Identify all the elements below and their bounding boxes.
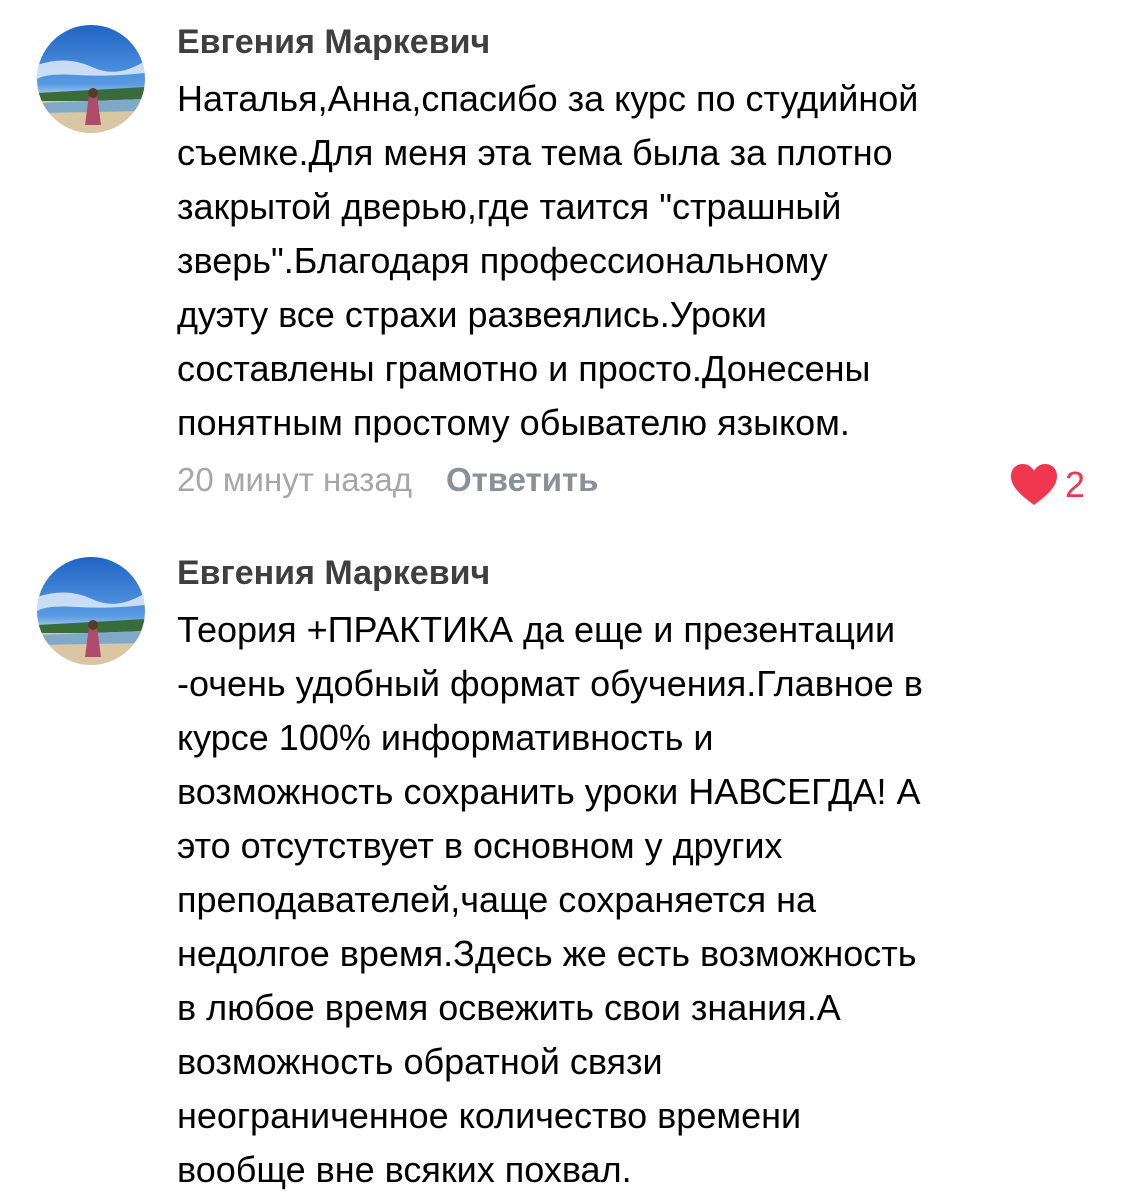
comment-text-line: в любое время освежить свои знания.А	[177, 987, 841, 1028]
reply-button[interactable]: Ответить	[446, 461, 599, 498]
comment-text-line: Наталья,Анна,спасибо за курс по студийно…	[177, 78, 919, 119]
comment-text-line: понятным простому обывателю языком.	[177, 402, 850, 443]
heart-icon	[1010, 464, 1057, 505]
comment-text-line: дуэту все страхи развеялись.Уроки	[177, 294, 767, 335]
comment-body: Евгения Маркевич Теория +ПРАКТИКА да еще…	[177, 553, 1092, 1197]
comment-body: Евгения Маркевич Наталья,Анна,спасибо за…	[177, 22, 1092, 502]
comment-text: Теория +ПРАКТИКА да еще и презентации -о…	[177, 603, 1092, 1197]
comment-text-line: возможность сохранить уроки НАВСЕГДА! А	[177, 771, 921, 812]
comment-text-line: закрытой дверью,где таится "страшный	[177, 186, 842, 227]
comment-author[interactable]: Евгения Маркевич	[177, 553, 1092, 593]
comment-text-line: зверь".Благодаря профессиональному	[177, 240, 828, 281]
like-button[interactable]: 2	[1009, 463, 1085, 507]
comment-text-line: недолгое время.Здесь же есть возможность	[177, 933, 917, 974]
comment-text-line: съемке.Для меня эта тема была за плотно	[177, 132, 893, 173]
avatar-image	[37, 557, 145, 665]
comment-text: Наталья,Анна,спасибо за курс по студийно…	[177, 72, 1092, 450]
comment-text-line: это отсутствует в основном у других	[177, 825, 783, 866]
avatar-image	[37, 25, 145, 133]
comment-text-line: составлены грамотно и просто.Донесены	[177, 348, 871, 389]
comment-author[interactable]: Евгения Маркевич	[177, 22, 1092, 62]
comment-meta: 20 минут назад Ответить	[177, 458, 1092, 502]
comment-text-line: Теория +ПРАКТИКА да еще и презентации	[177, 609, 896, 650]
comment-timestamp: 20 минут назад	[177, 461, 412, 498]
avatar[interactable]	[37, 557, 145, 665]
comment-text-line: неограниченное количество времени	[177, 1095, 802, 1136]
avatar[interactable]	[37, 25, 145, 133]
comment-text-line: преподавателей,чаще сохраняется на	[177, 879, 817, 920]
comment-text-line: возможность обратной связи	[177, 1041, 663, 1082]
comment-text-line: -очень удобный формат обучения.Главное в	[177, 663, 923, 704]
comment-text-line: курсе 100% информативность и	[177, 717, 714, 758]
comment-text-line: вообще вне всяких похвал.	[177, 1149, 632, 1190]
like-count: 2	[1064, 464, 1085, 505]
